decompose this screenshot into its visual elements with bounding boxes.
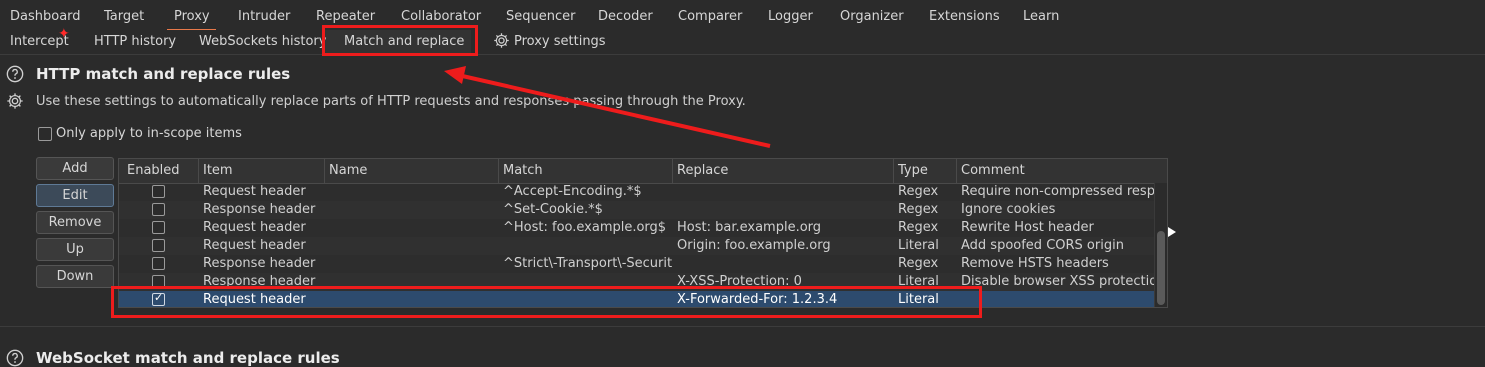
cell-comment bbox=[957, 291, 1155, 307]
cell-replace: Origin: foo.example.org bbox=[677, 238, 831, 253]
cell-type: Regex bbox=[898, 256, 939, 271]
tab-collaborator[interactable]: Collaborator bbox=[401, 9, 481, 24]
tab-target[interactable]: Target bbox=[104, 9, 144, 24]
cell-name bbox=[325, 219, 499, 237]
table-header: Enabled Item Name Match Replace Type Com… bbox=[119, 159, 1167, 184]
in-scope-checkbox[interactable] bbox=[38, 127, 52, 141]
mouse-cursor-icon bbox=[1168, 227, 1176, 237]
cell-name bbox=[325, 237, 499, 255]
column-replace[interactable]: Replace bbox=[673, 159, 894, 183]
cell-comment: Add spoofed CORS origin bbox=[961, 238, 1124, 253]
cell-match: ^Set-Cookie.*$ bbox=[503, 202, 603, 217]
section-divider bbox=[0, 326, 1485, 327]
cell-comment: Ignore cookies bbox=[961, 202, 1056, 217]
column-match[interactable]: Match bbox=[499, 159, 673, 183]
add-button[interactable]: Add bbox=[36, 157, 114, 180]
cell-item: Response header bbox=[203, 256, 316, 271]
cell-replace bbox=[673, 183, 894, 201]
intercept-indicator-icon: ✦ bbox=[58, 26, 70, 42]
enabled-checkbox[interactable] bbox=[152, 185, 165, 198]
cell-type: Literal bbox=[898, 238, 939, 253]
column-comment[interactable]: Comment bbox=[957, 159, 1155, 183]
subtab-http-history[interactable]: HTTP history bbox=[94, 34, 176, 49]
cell-comment: Rewrite Host header bbox=[961, 220, 1094, 235]
table-scrollbar[interactable] bbox=[1154, 183, 1167, 307]
annotation-box-selected-rule bbox=[111, 286, 982, 318]
cell-comment: Remove HSTS headers bbox=[961, 256, 1109, 271]
tab-learn[interactable]: Learn bbox=[1023, 9, 1059, 24]
gear-icon[interactable] bbox=[493, 32, 510, 49]
enabled-checkbox[interactable] bbox=[152, 239, 165, 252]
cell-item: Request header bbox=[203, 220, 306, 235]
cell-name bbox=[325, 255, 499, 273]
column-enabled[interactable]: Enabled bbox=[119, 159, 199, 183]
cell-item: Request header bbox=[203, 184, 306, 199]
remove-button[interactable]: Remove bbox=[36, 211, 114, 234]
down-button[interactable]: Down bbox=[36, 265, 114, 288]
cell-name bbox=[325, 183, 499, 201]
websocket-section-title: WebSocket match and replace rules bbox=[36, 349, 340, 367]
scrollbar-thumb[interactable] bbox=[1157, 231, 1165, 305]
subtab-websockets-history[interactable]: WebSockets history bbox=[199, 34, 326, 49]
table-row[interactable]: Request header ^Host: foo.example.org$ Hos… bbox=[119, 219, 1155, 237]
tab-decoder[interactable]: Decoder bbox=[598, 9, 653, 24]
top-tab-bar: Dashboard Target Proxy Intruder Repeater… bbox=[0, 0, 1485, 31]
tab-extensions[interactable]: Extensions bbox=[929, 9, 1000, 24]
cell-match: ^Strict\-Transport\-Securit... bbox=[503, 256, 673, 271]
tab-intruder[interactable]: Intruder bbox=[238, 9, 290, 24]
cell-replace bbox=[673, 255, 894, 273]
tab-dashboard[interactable]: Dashboard bbox=[10, 9, 81, 24]
help-icon[interactable] bbox=[6, 65, 24, 83]
proxy-sub-tab-bar: Intercept ✦ HTTP history WebSockets hist… bbox=[0, 26, 1485, 55]
enabled-checkbox[interactable] bbox=[152, 221, 165, 234]
enabled-checkbox[interactable] bbox=[152, 257, 165, 270]
http-section-title: HTTP match and replace rules bbox=[36, 65, 291, 83]
cell-replace: Host: bar.example.org bbox=[677, 220, 822, 235]
in-scope-label[interactable]: Only apply to in-scope items bbox=[56, 126, 242, 141]
cell-match: ^Accept-Encoding.*$ bbox=[503, 184, 642, 199]
cell-comment: Require non-compressed respo... bbox=[961, 184, 1155, 199]
cell-item: Request header bbox=[203, 238, 306, 253]
annotation-box-match-replace-tab bbox=[322, 25, 478, 56]
enabled-checkbox[interactable] bbox=[152, 203, 165, 216]
cell-name bbox=[325, 201, 499, 219]
cell-comment: Disable browser XSS protection bbox=[961, 274, 1155, 289]
tab-sequencer[interactable]: Sequencer bbox=[506, 9, 575, 24]
column-item[interactable]: Item bbox=[199, 159, 325, 183]
cell-match bbox=[499, 237, 673, 255]
table-row[interactable]: Request header ^Accept-Encoding.*$ Regex Re… bbox=[119, 183, 1155, 201]
edit-button[interactable]: Edit bbox=[36, 184, 114, 207]
column-name[interactable]: Name bbox=[325, 159, 499, 183]
cell-type: Regex bbox=[898, 220, 939, 235]
cell-replace bbox=[673, 201, 894, 219]
cell-type: Regex bbox=[898, 202, 939, 217]
websocket-help-icon[interactable] bbox=[6, 349, 24, 367]
cell-match: ^Host: foo.example.org$ bbox=[503, 220, 667, 235]
tab-comparer[interactable]: Comparer bbox=[678, 9, 742, 24]
column-type[interactable]: Type bbox=[894, 159, 957, 183]
tab-logger[interactable]: Logger bbox=[768, 9, 813, 24]
tab-proxy[interactable]: Proxy bbox=[167, 9, 216, 31]
cell-item: Response header bbox=[203, 202, 316, 217]
table-row[interactable]: Response header ^Set-Cookie.*$ Regex Ignore… bbox=[119, 201, 1155, 219]
tab-repeater[interactable]: Repeater bbox=[316, 9, 375, 24]
cell-type: Regex bbox=[898, 184, 939, 199]
subtab-proxy-settings[interactable]: Proxy settings bbox=[514, 34, 606, 49]
table-row[interactable]: Response header ^Strict\-Transport\-Secur… bbox=[119, 255, 1155, 273]
tab-organizer[interactable]: Organizer bbox=[840, 9, 904, 24]
up-button[interactable]: Up bbox=[36, 238, 114, 261]
table-row[interactable]: Request header Origin: foo.example.org Lit… bbox=[119, 237, 1155, 255]
settings-gear-icon[interactable] bbox=[6, 92, 24, 110]
annotation-arrow bbox=[444, 66, 771, 148]
